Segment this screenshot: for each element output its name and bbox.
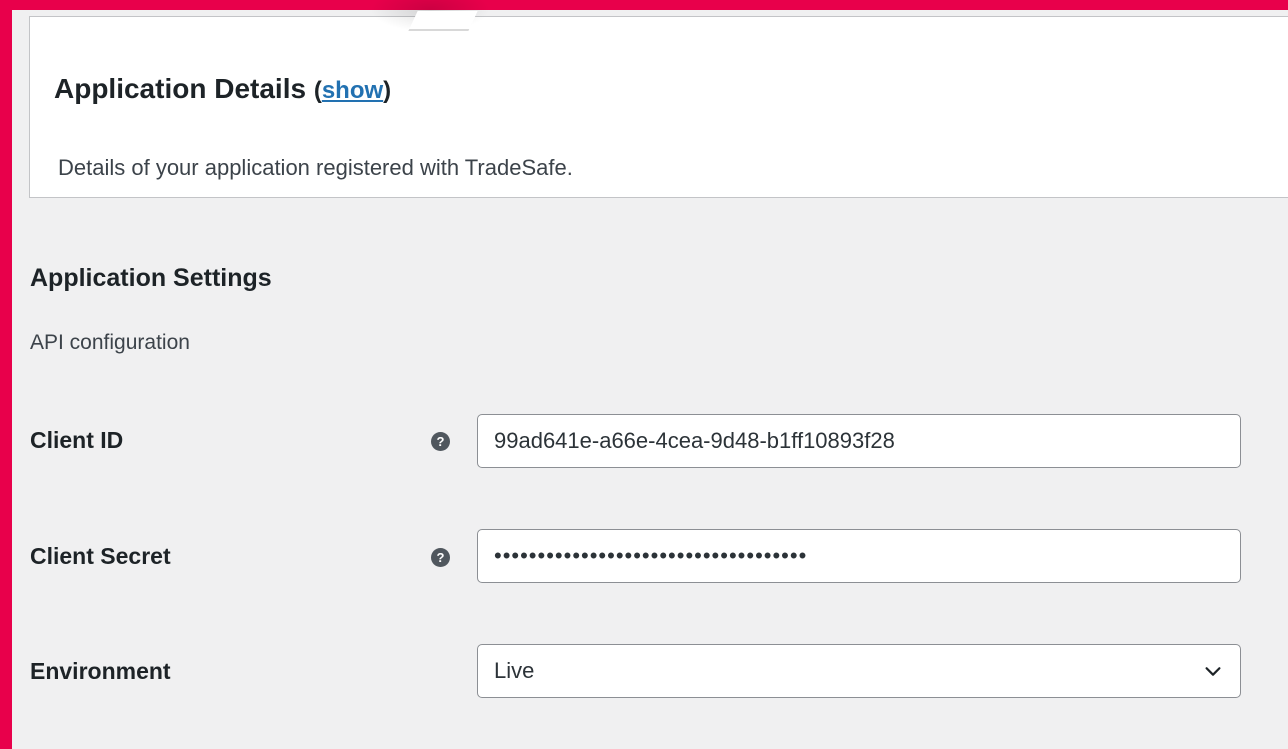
application-settings-description: API configuration [30,331,190,354]
chevron-down-icon [1205,667,1221,676]
client-secret-label: Client Secret [30,543,171,569]
settings-page: Application Details (show) Details of yo… [12,0,1288,749]
show-details-link[interactable]: show [322,77,383,104]
application-settings-title: Application Settings [30,264,272,292]
application-details-heading: Application Details [54,73,307,104]
details-toggle: (show) [313,77,392,104]
client-id-input[interactable] [477,414,1241,468]
application-details-description: Details of your application registered w… [58,155,573,180]
decorative-tab-shape [408,11,478,31]
environment-selected-value: Live [494,658,535,683]
environment-select[interactable]: Live [477,644,1241,698]
application-details-card: Application Details (show) Details of yo… [29,0,1288,198]
application-details-title: Application Details (show) [54,73,391,105]
environment-label: Environment [30,658,171,684]
question-circle-icon[interactable]: ? [431,548,450,567]
question-circle-icon[interactable]: ? [431,432,450,451]
client-secret-input[interactable] [477,529,1241,583]
client-id-label: Client ID [30,427,124,453]
